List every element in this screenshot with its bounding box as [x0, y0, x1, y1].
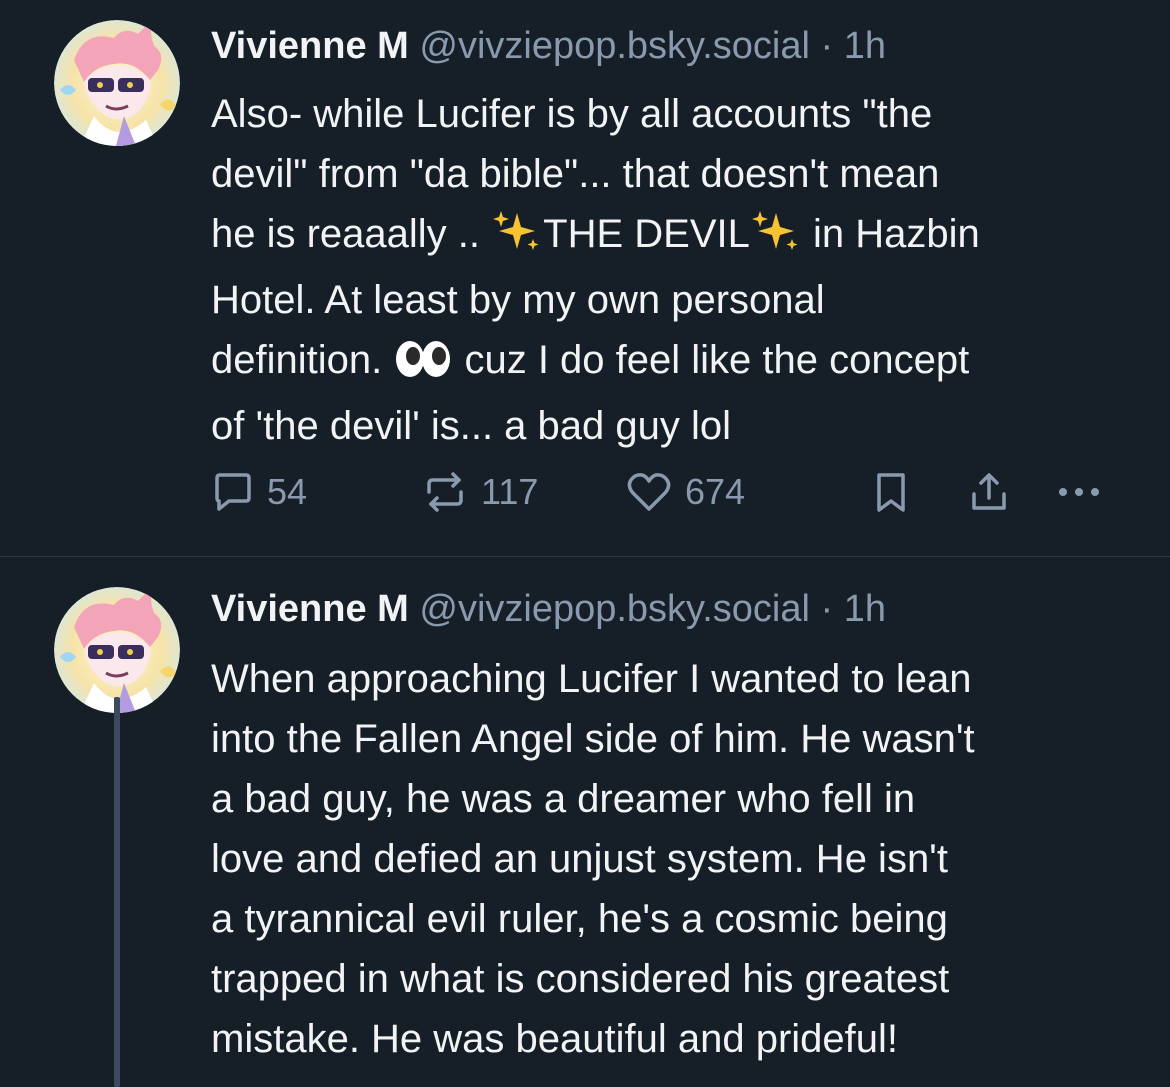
- bookmark-icon: [871, 470, 911, 514]
- more-options-button[interactable]: [1055, 468, 1103, 516]
- post-line: mistake. He was beautiful and prideful!: [211, 1017, 899, 1061]
- post-text: he is reaaally ..: [211, 212, 492, 256]
- avatar-image: [54, 587, 180, 713]
- avatar-image: [54, 20, 180, 146]
- author-name[interactable]: Vivienne M: [211, 588, 409, 630]
- post-text: definition.: [211, 338, 394, 382]
- reply-button[interactable]: 54: [211, 468, 307, 516]
- post-body: Also- while Lucifer is by all accounts "…: [211, 84, 1141, 456]
- repost-button[interactable]: 117: [421, 468, 538, 516]
- author-handle[interactable]: @vivziepop.bsky.social: [419, 588, 810, 630]
- avatar[interactable]: [54, 20, 180, 146]
- post-line: a tyrannical evil ruler, he's a cosmic b…: [211, 897, 948, 941]
- post-line: into the Fallen Angel side of him. He wa…: [211, 717, 975, 761]
- post-header: Vivienne M @vivziepop.bsky.social · 1h: [211, 585, 886, 633]
- post-timestamp[interactable]: 1h: [844, 588, 886, 630]
- post-text: in Hazbin: [801, 212, 980, 256]
- sparkles-emoji: [491, 209, 543, 270]
- separator-dot: ·: [820, 25, 834, 67]
- post-line: Also- while Lucifer is by all accounts "…: [211, 92, 933, 136]
- post-1[interactable]: Vivienne M @vivziepop.bsky.social · 1h A…: [0, 0, 1170, 556]
- bookmark-button[interactable]: [871, 468, 911, 516]
- like-count: 674: [685, 471, 746, 512]
- post-timestamp[interactable]: 1h: [844, 25, 886, 67]
- post-body: When approaching Lucifer I wanted to lea…: [211, 649, 1141, 1069]
- repost-arrows-icon: [421, 470, 469, 514]
- post-line: a bad guy, he was a dreamer who fell in: [211, 777, 916, 821]
- post-2[interactable]: Vivienne M @vivziepop.bsky.social · 1h W…: [0, 557, 1170, 1087]
- heart-icon: [625, 470, 673, 514]
- post-line: of 'the devil' is... a bad guy lol: [211, 404, 732, 448]
- post-actions: 54 117 674: [211, 468, 1111, 516]
- speech-bubble-icon: [211, 470, 255, 514]
- eyes-emoji: [393, 336, 453, 396]
- post-text: THE DEVIL: [543, 212, 750, 256]
- repost-count: 117: [481, 471, 539, 512]
- avatar[interactable]: [54, 587, 180, 713]
- post-line: definition. cuz I do feel like the conce…: [211, 330, 1141, 396]
- post-line: he is reaaally .. THE DEVIL in Hazbin: [211, 204, 1141, 270]
- post-line: love and defied an unjust system. He isn…: [211, 837, 948, 881]
- post-header: Vivienne M @vivziepop.bsky.social · 1h: [211, 22, 886, 70]
- post-line: When approaching Lucifer I wanted to lea…: [211, 657, 972, 701]
- reply-count: 54: [267, 471, 308, 512]
- author-name[interactable]: Vivienne M: [211, 25, 409, 67]
- post-line: Hotel. At least by my own personal: [211, 278, 825, 322]
- more-dots-icon: [1055, 470, 1103, 514]
- post-text: cuz I do feel like the concept: [453, 338, 970, 382]
- separator-dot: ·: [820, 588, 834, 630]
- post-line: devil" from "da bible"... that doesn't m…: [211, 152, 940, 196]
- share-upload-icon: [967, 470, 1011, 514]
- share-button[interactable]: [967, 468, 1011, 516]
- post-line: trapped in what is considered his greate…: [211, 957, 950, 1001]
- sparkles-emoji: [750, 209, 802, 270]
- author-handle[interactable]: @vivziepop.bsky.social: [419, 25, 810, 67]
- like-button[interactable]: 674: [625, 468, 745, 516]
- thread-line: [114, 697, 120, 1087]
